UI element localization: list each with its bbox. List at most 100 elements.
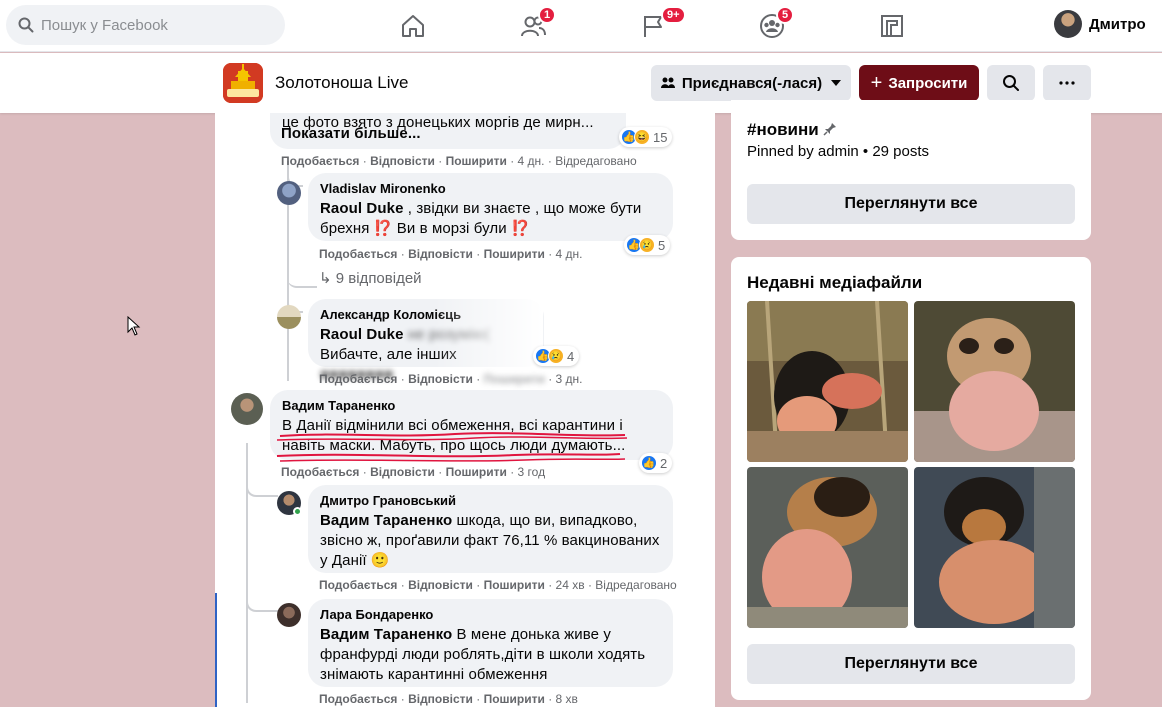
sad-icon: 😢 bbox=[548, 348, 564, 364]
invite-button[interactable]: + Запросити bbox=[859, 65, 979, 101]
hashtag-title[interactable]: #новини bbox=[747, 120, 837, 140]
reactions-summary[interactable]: 👍 😆 15 bbox=[619, 127, 673, 147]
reply-action[interactable]: Відповісти bbox=[408, 692, 473, 706]
haha-icon: 😆 bbox=[634, 129, 650, 145]
timestamp[interactable]: 3 год bbox=[518, 465, 546, 479]
more-options-button[interactable] bbox=[1043, 65, 1091, 101]
media-thumbnail[interactable] bbox=[914, 301, 1075, 462]
comment-bubble: Vladislav Mironenko Raoul Duke , звідки … bbox=[308, 173, 673, 241]
groups-badge: 5 bbox=[776, 6, 795, 24]
reactions-summary[interactable]: 👍 😢 4 bbox=[533, 346, 580, 366]
like-action[interactable]: Подобається bbox=[319, 372, 397, 386]
reactions-summary[interactable]: 👍 2 bbox=[639, 453, 673, 473]
timestamp[interactable]: 3 дн. bbox=[556, 372, 583, 386]
pinned-info: Pinned by admin • 29 posts bbox=[747, 143, 930, 160]
timestamp[interactable]: 4 дн. bbox=[556, 247, 583, 261]
joined-button[interactable]: Приєднався(-лася) bbox=[651, 65, 851, 101]
comment-author[interactable]: Вадим Тараненко bbox=[282, 398, 661, 414]
thread-line bbox=[246, 443, 248, 703]
like-action[interactable]: Подобається bbox=[319, 578, 397, 592]
group-search-button[interactable] bbox=[987, 65, 1035, 101]
like-action[interactable]: Подобається bbox=[281, 465, 359, 479]
thread-connector bbox=[287, 274, 317, 288]
recent-media-card: Недавні медіафайли Переглянути все bbox=[731, 257, 1091, 700]
comment-text-line: брехня ⁉️ Ви в морзі були ⁉️ bbox=[320, 220, 530, 237]
comment-author[interactable]: Дмитро Грановський bbox=[320, 493, 661, 509]
mention[interactable]: Raoul Duke bbox=[320, 200, 404, 217]
groups-tab[interactable]: 5 bbox=[742, 6, 802, 46]
hashtag-card: #новини Pinned by admin • 29 posts Перег… bbox=[731, 100, 1091, 240]
friends-tab[interactable]: 1 bbox=[503, 6, 563, 46]
reply-action[interactable]: Відповісти bbox=[370, 465, 435, 479]
edited-label: Відредаговано bbox=[555, 154, 637, 168]
comment-author[interactable]: Vladislav Mironenko bbox=[320, 181, 661, 197]
comment-actions: Подобається · Відповісти · Поширити · 8 … bbox=[319, 692, 578, 706]
share-action[interactable]: Поширити bbox=[484, 372, 545, 386]
comment-author[interactable]: Лара Бондаренко bbox=[320, 607, 661, 623]
plus-icon: + bbox=[870, 71, 883, 94]
comment-actions: Подобається · Відповісти · Поширити · 3 … bbox=[319, 372, 583, 386]
reactions-summary[interactable]: 👍 😢 5 bbox=[624, 235, 671, 255]
media-thumbnail[interactable] bbox=[914, 467, 1075, 628]
avatar[interactable] bbox=[277, 305, 301, 329]
reply-action[interactable]: Відповісти bbox=[408, 372, 473, 386]
media-thumbnail[interactable] bbox=[747, 467, 908, 628]
like-action[interactable]: Подобається bbox=[319, 692, 397, 706]
profile-name: Дмитро bbox=[1089, 15, 1146, 33]
reply-action[interactable]: Відповісти bbox=[408, 247, 473, 261]
thread-connector bbox=[246, 598, 278, 612]
home-tab[interactable] bbox=[383, 6, 443, 46]
profile-link[interactable]: Дмитро bbox=[1054, 10, 1146, 38]
timestamp[interactable]: 4 дн. bbox=[518, 154, 545, 168]
avatar[interactable] bbox=[231, 393, 263, 425]
group-logo[interactable] bbox=[223, 63, 263, 103]
pages-tab[interactable]: 9+ bbox=[623, 6, 686, 46]
view-all-media-button[interactable]: Переглянути все bbox=[747, 644, 1075, 684]
see-more-link[interactable]: Показати більше... bbox=[281, 124, 421, 144]
comment-bubble: Лара Бондаренко Вадим Тараненко В мене д… bbox=[308, 599, 673, 687]
pages-badge: 9+ bbox=[661, 6, 686, 24]
reply-action[interactable]: Відповісти bbox=[408, 578, 473, 592]
timestamp[interactable]: 8 хв bbox=[556, 692, 578, 706]
comment-bubble: Дмитро Грановський Вадим Тараненко шкода… bbox=[308, 485, 673, 573]
search-box[interactable] bbox=[6, 5, 285, 45]
thread-connector bbox=[246, 483, 278, 497]
like-action[interactable]: Подобається bbox=[281, 154, 359, 168]
timestamp[interactable]: 24 хв bbox=[556, 578, 585, 592]
puppy-photo bbox=[914, 301, 1075, 462]
gaming-tab[interactable] bbox=[862, 6, 922, 46]
more-dots-icon bbox=[1059, 81, 1075, 85]
mention[interactable]: Вадим Тараненко bbox=[320, 512, 452, 529]
view-all-button[interactable]: Переглянути все bbox=[747, 184, 1075, 224]
invite-label: Запросити bbox=[888, 74, 968, 92]
group-name[interactable]: Золотоноша Live bbox=[275, 73, 408, 93]
comment-text-line: у Данії 🙂 bbox=[320, 552, 390, 569]
puppy-photo bbox=[747, 467, 908, 628]
comment-text: Вадим Тараненко В мене донька живе у bbox=[320, 625, 661, 645]
joined-label: Приєднався(-лася) bbox=[681, 74, 823, 92]
comment-text-line: звісно ж, проґавили факт 76,11 % вакцино… bbox=[320, 532, 660, 549]
mention[interactable]: Вадим Тараненко bbox=[320, 626, 452, 643]
like-action[interactable]: Подобається bbox=[319, 247, 397, 261]
view-replies-link[interactable]: ↳ 9 відповідей bbox=[319, 269, 422, 287]
share-action[interactable]: Поширити bbox=[484, 247, 545, 261]
comment-text: Raoul Duke , звідки ви знаєте , що може … bbox=[320, 199, 661, 219]
like-icon: 👍 bbox=[641, 455, 657, 471]
people-icon bbox=[660, 77, 675, 88]
share-action[interactable]: Поширити bbox=[484, 578, 545, 592]
share-action[interactable]: Поширити bbox=[446, 465, 507, 479]
sad-icon: 😢 bbox=[639, 237, 655, 253]
share-action[interactable]: Поширити bbox=[446, 154, 507, 168]
share-action[interactable]: Поширити bbox=[484, 692, 545, 706]
avatar[interactable] bbox=[277, 603, 301, 627]
hashtag-text: #новини bbox=[747, 120, 819, 139]
mention[interactable]: Raoul Duke bbox=[320, 326, 404, 343]
media-title: Недавні медіафайли bbox=[747, 273, 923, 292]
avatar[interactable] bbox=[277, 181, 301, 205]
comment-actions: Подобається · Відповісти · Поширити · 3 … bbox=[281, 465, 546, 479]
media-thumbnail[interactable] bbox=[747, 301, 908, 462]
search-input[interactable] bbox=[41, 16, 271, 34]
reply-action[interactable]: Відповісти bbox=[370, 154, 435, 168]
reaction-count: 2 bbox=[660, 455, 668, 471]
comment-text: Вадим Тараненко шкода, що ви, випадково, bbox=[320, 511, 661, 531]
